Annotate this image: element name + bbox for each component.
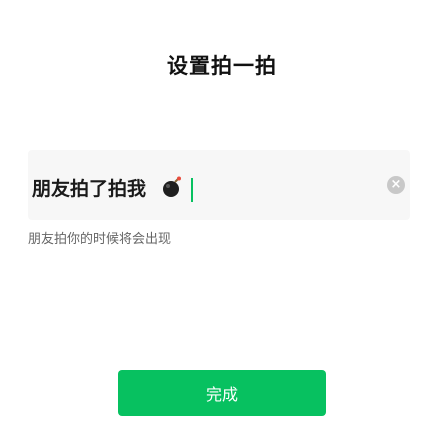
done-button[interactable]: 完成 (118, 370, 326, 416)
set-pat-screen: 设置拍一拍 朋友拍了拍我 × 朋友拍你的时候将会出现 完成 (0, 0, 444, 428)
page-title: 设置拍一拍 (167, 54, 277, 78)
clear-icon[interactable]: × (387, 176, 405, 194)
text-caret (191, 177, 194, 202)
hint-text: 朋友拍你的时候将会出现 (28, 232, 172, 247)
pat-text-input[interactable]: 朋友拍了拍我 (28, 150, 410, 220)
pat-input-content: 朋友拍了拍我 (32, 174, 194, 203)
bomb-icon (161, 176, 183, 203)
pat-input-value: 朋友拍了拍我 (32, 178, 147, 200)
